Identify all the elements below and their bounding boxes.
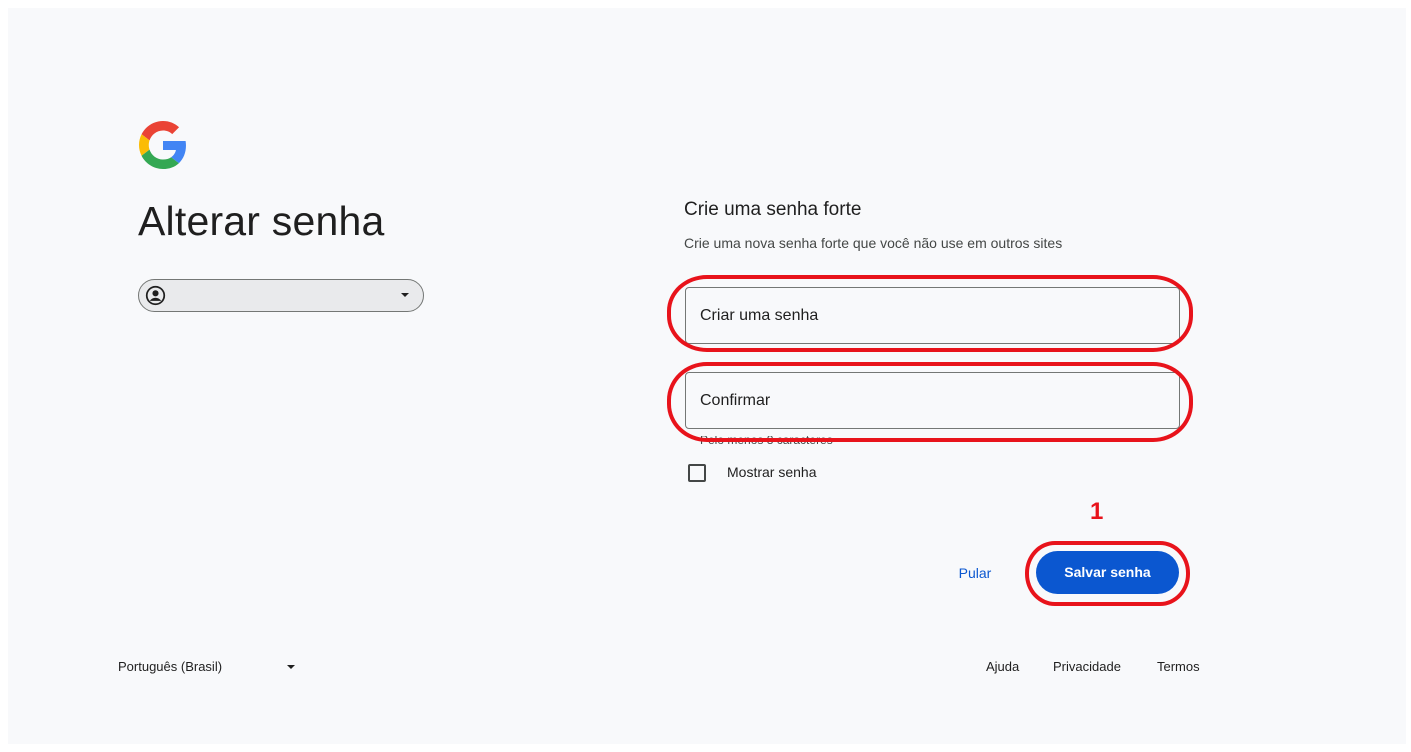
confirm-password-input[interactable] xyxy=(686,373,1179,428)
new-password-field xyxy=(685,287,1180,344)
page-title: Alterar senha xyxy=(138,198,385,244)
language-caret-icon xyxy=(287,665,295,669)
account-chooser[interactable] xyxy=(138,279,424,312)
form-subheading: Crie uma nova senha forte que você não u… xyxy=(684,235,1063,251)
page: Alterar senha Crie uma senha forte Crie … xyxy=(0,0,1411,752)
confirm-password-field xyxy=(685,372,1180,429)
password-hint: Pelo menos 8 caracteres xyxy=(700,436,833,445)
footer-link-privacy[interactable]: Privacidade xyxy=(1053,659,1121,674)
chevron-down-icon xyxy=(401,293,409,297)
save-password-button[interactable]: Salvar senha xyxy=(1036,551,1179,594)
footer-link-terms[interactable]: Termos xyxy=(1157,659,1200,674)
show-password-checkbox[interactable] xyxy=(688,464,706,482)
annotation-number: 1 xyxy=(1090,498,1104,525)
new-password-input[interactable] xyxy=(686,288,1179,343)
form-heading: Crie uma senha forte xyxy=(684,199,862,220)
language-selector[interactable]: Português (Brasil) xyxy=(118,659,222,674)
skip-button[interactable]: Pular xyxy=(945,556,1005,590)
footer-link-help[interactable]: Ajuda xyxy=(986,659,1019,674)
show-password-label[interactable]: Mostrar senha xyxy=(727,464,816,480)
google-g-logo-icon xyxy=(139,121,186,169)
account-circle-icon xyxy=(145,285,166,306)
